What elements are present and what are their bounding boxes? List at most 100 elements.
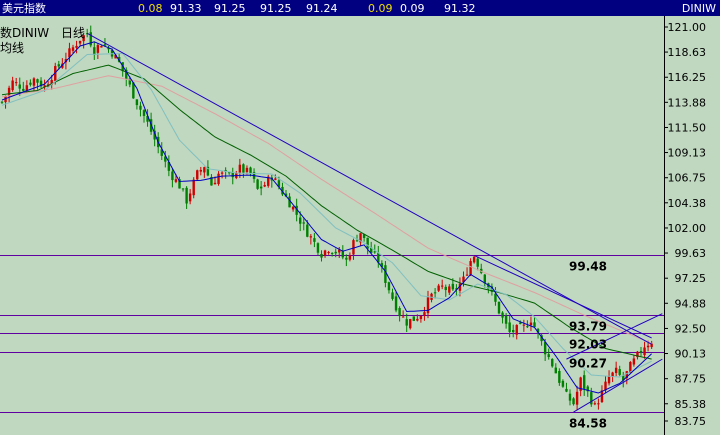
candle-body xyxy=(327,252,330,254)
candle-body xyxy=(174,179,178,182)
candle-body xyxy=(203,167,206,173)
candle-body xyxy=(423,312,426,316)
candle-body xyxy=(185,187,188,204)
candle-body xyxy=(309,236,313,238)
candle-body xyxy=(419,315,423,320)
candle-body xyxy=(575,391,579,405)
candle-body xyxy=(22,88,25,91)
axis-tick-label: 99.63 xyxy=(675,247,707,260)
axis-tick-label: 104.38 xyxy=(668,197,707,210)
candle-body xyxy=(334,251,337,254)
level-label: 84.58 xyxy=(569,417,607,431)
candle-body xyxy=(593,403,597,405)
candle-body xyxy=(543,342,547,355)
candle-body xyxy=(572,398,575,405)
candle-body xyxy=(142,110,146,116)
candle-body xyxy=(497,301,501,314)
candle-body xyxy=(171,171,174,181)
candle-body xyxy=(607,376,611,384)
candle-body xyxy=(561,380,565,387)
candle-body xyxy=(476,258,479,267)
candle-body xyxy=(547,354,550,358)
candle-body xyxy=(494,293,497,302)
candle-body xyxy=(199,169,202,172)
candle-body xyxy=(465,274,469,276)
candle-body xyxy=(355,240,359,242)
candle-body xyxy=(526,326,529,328)
legend-line-2: 均线 xyxy=(0,41,24,55)
candle-body xyxy=(135,99,139,106)
quote-value: 91.24 xyxy=(306,2,338,15)
candle-body xyxy=(96,45,100,53)
candle-body xyxy=(565,388,568,392)
candle-body xyxy=(263,185,266,187)
candle-body xyxy=(508,322,511,332)
quote-value: 91.25 xyxy=(214,2,246,15)
candle-body xyxy=(387,282,391,291)
candle-body xyxy=(256,179,259,189)
candle-body xyxy=(469,261,472,275)
candle-body xyxy=(451,283,455,290)
candle-body xyxy=(100,46,103,48)
axis-tick-label: 109.13 xyxy=(668,147,707,160)
quote-value: 0.09 xyxy=(400,2,425,15)
candle-body xyxy=(291,206,295,210)
candle-body xyxy=(306,224,309,237)
candle-body xyxy=(245,167,249,173)
candle-body xyxy=(632,358,636,365)
candle-body xyxy=(238,164,242,173)
candle-body xyxy=(341,250,344,258)
quote-value: 91.32 xyxy=(444,2,476,15)
candle-body xyxy=(345,257,348,260)
candle-body xyxy=(533,322,536,328)
candle-body xyxy=(501,312,504,318)
candle-body xyxy=(36,79,39,83)
candle-body xyxy=(366,237,369,249)
candle-body xyxy=(529,322,533,326)
level-label: 99.48 xyxy=(569,260,607,274)
axis-tick-label: 111.50 xyxy=(668,121,707,134)
candle-body xyxy=(583,375,586,389)
symbol-code: DINIW xyxy=(682,2,716,15)
axis-tick-label: 121.00 xyxy=(668,21,707,34)
candle-body xyxy=(504,315,508,324)
axis-tick-label: 113.88 xyxy=(668,96,707,109)
candle-body xyxy=(611,372,614,377)
candle-body xyxy=(384,265,387,283)
candle-body xyxy=(448,286,451,293)
quote-value: 91.25 xyxy=(260,2,292,15)
axis-tick-label: 106.75 xyxy=(668,172,707,185)
candle-body xyxy=(29,82,32,85)
candle-body xyxy=(259,186,263,189)
candle-body xyxy=(352,240,355,255)
axis-tick-label: 94.88 xyxy=(675,297,707,310)
candle-body xyxy=(405,319,408,326)
candle-body xyxy=(554,367,557,374)
chart-window: 99.48 93.79 92.03 90.27 84.58 121.00 118.63 11… xyxy=(0,0,720,435)
legend-symbol: 数DINIW xyxy=(0,25,49,40)
candle-body xyxy=(348,255,352,260)
candle-body xyxy=(512,329,515,333)
quote-header-bar xyxy=(0,0,720,16)
quote-value: 0.08 xyxy=(138,2,163,15)
candle-body xyxy=(15,82,18,84)
candle-body xyxy=(0,101,4,103)
candle-body xyxy=(299,217,302,224)
candlestick-chart: 99.48 93.79 92.03 90.27 84.58 121.00 118.63 11… xyxy=(0,0,720,435)
axis-tick-label: 83.75 xyxy=(675,415,707,428)
candle-body xyxy=(196,170,199,180)
candle-body xyxy=(568,393,572,401)
candle-body xyxy=(412,316,415,321)
instrument-title: 美元指数 xyxy=(2,1,46,15)
candle-body xyxy=(614,367,618,374)
candle-body xyxy=(401,316,405,318)
candle-body xyxy=(330,252,334,254)
candle-body xyxy=(437,285,440,291)
candle-body xyxy=(213,182,217,185)
candle-body xyxy=(597,403,600,405)
candle-body xyxy=(433,292,437,294)
candle-body xyxy=(394,296,398,311)
quote-value: 0.09 xyxy=(368,2,393,15)
candle-body xyxy=(398,308,401,317)
candle-body xyxy=(320,253,323,258)
